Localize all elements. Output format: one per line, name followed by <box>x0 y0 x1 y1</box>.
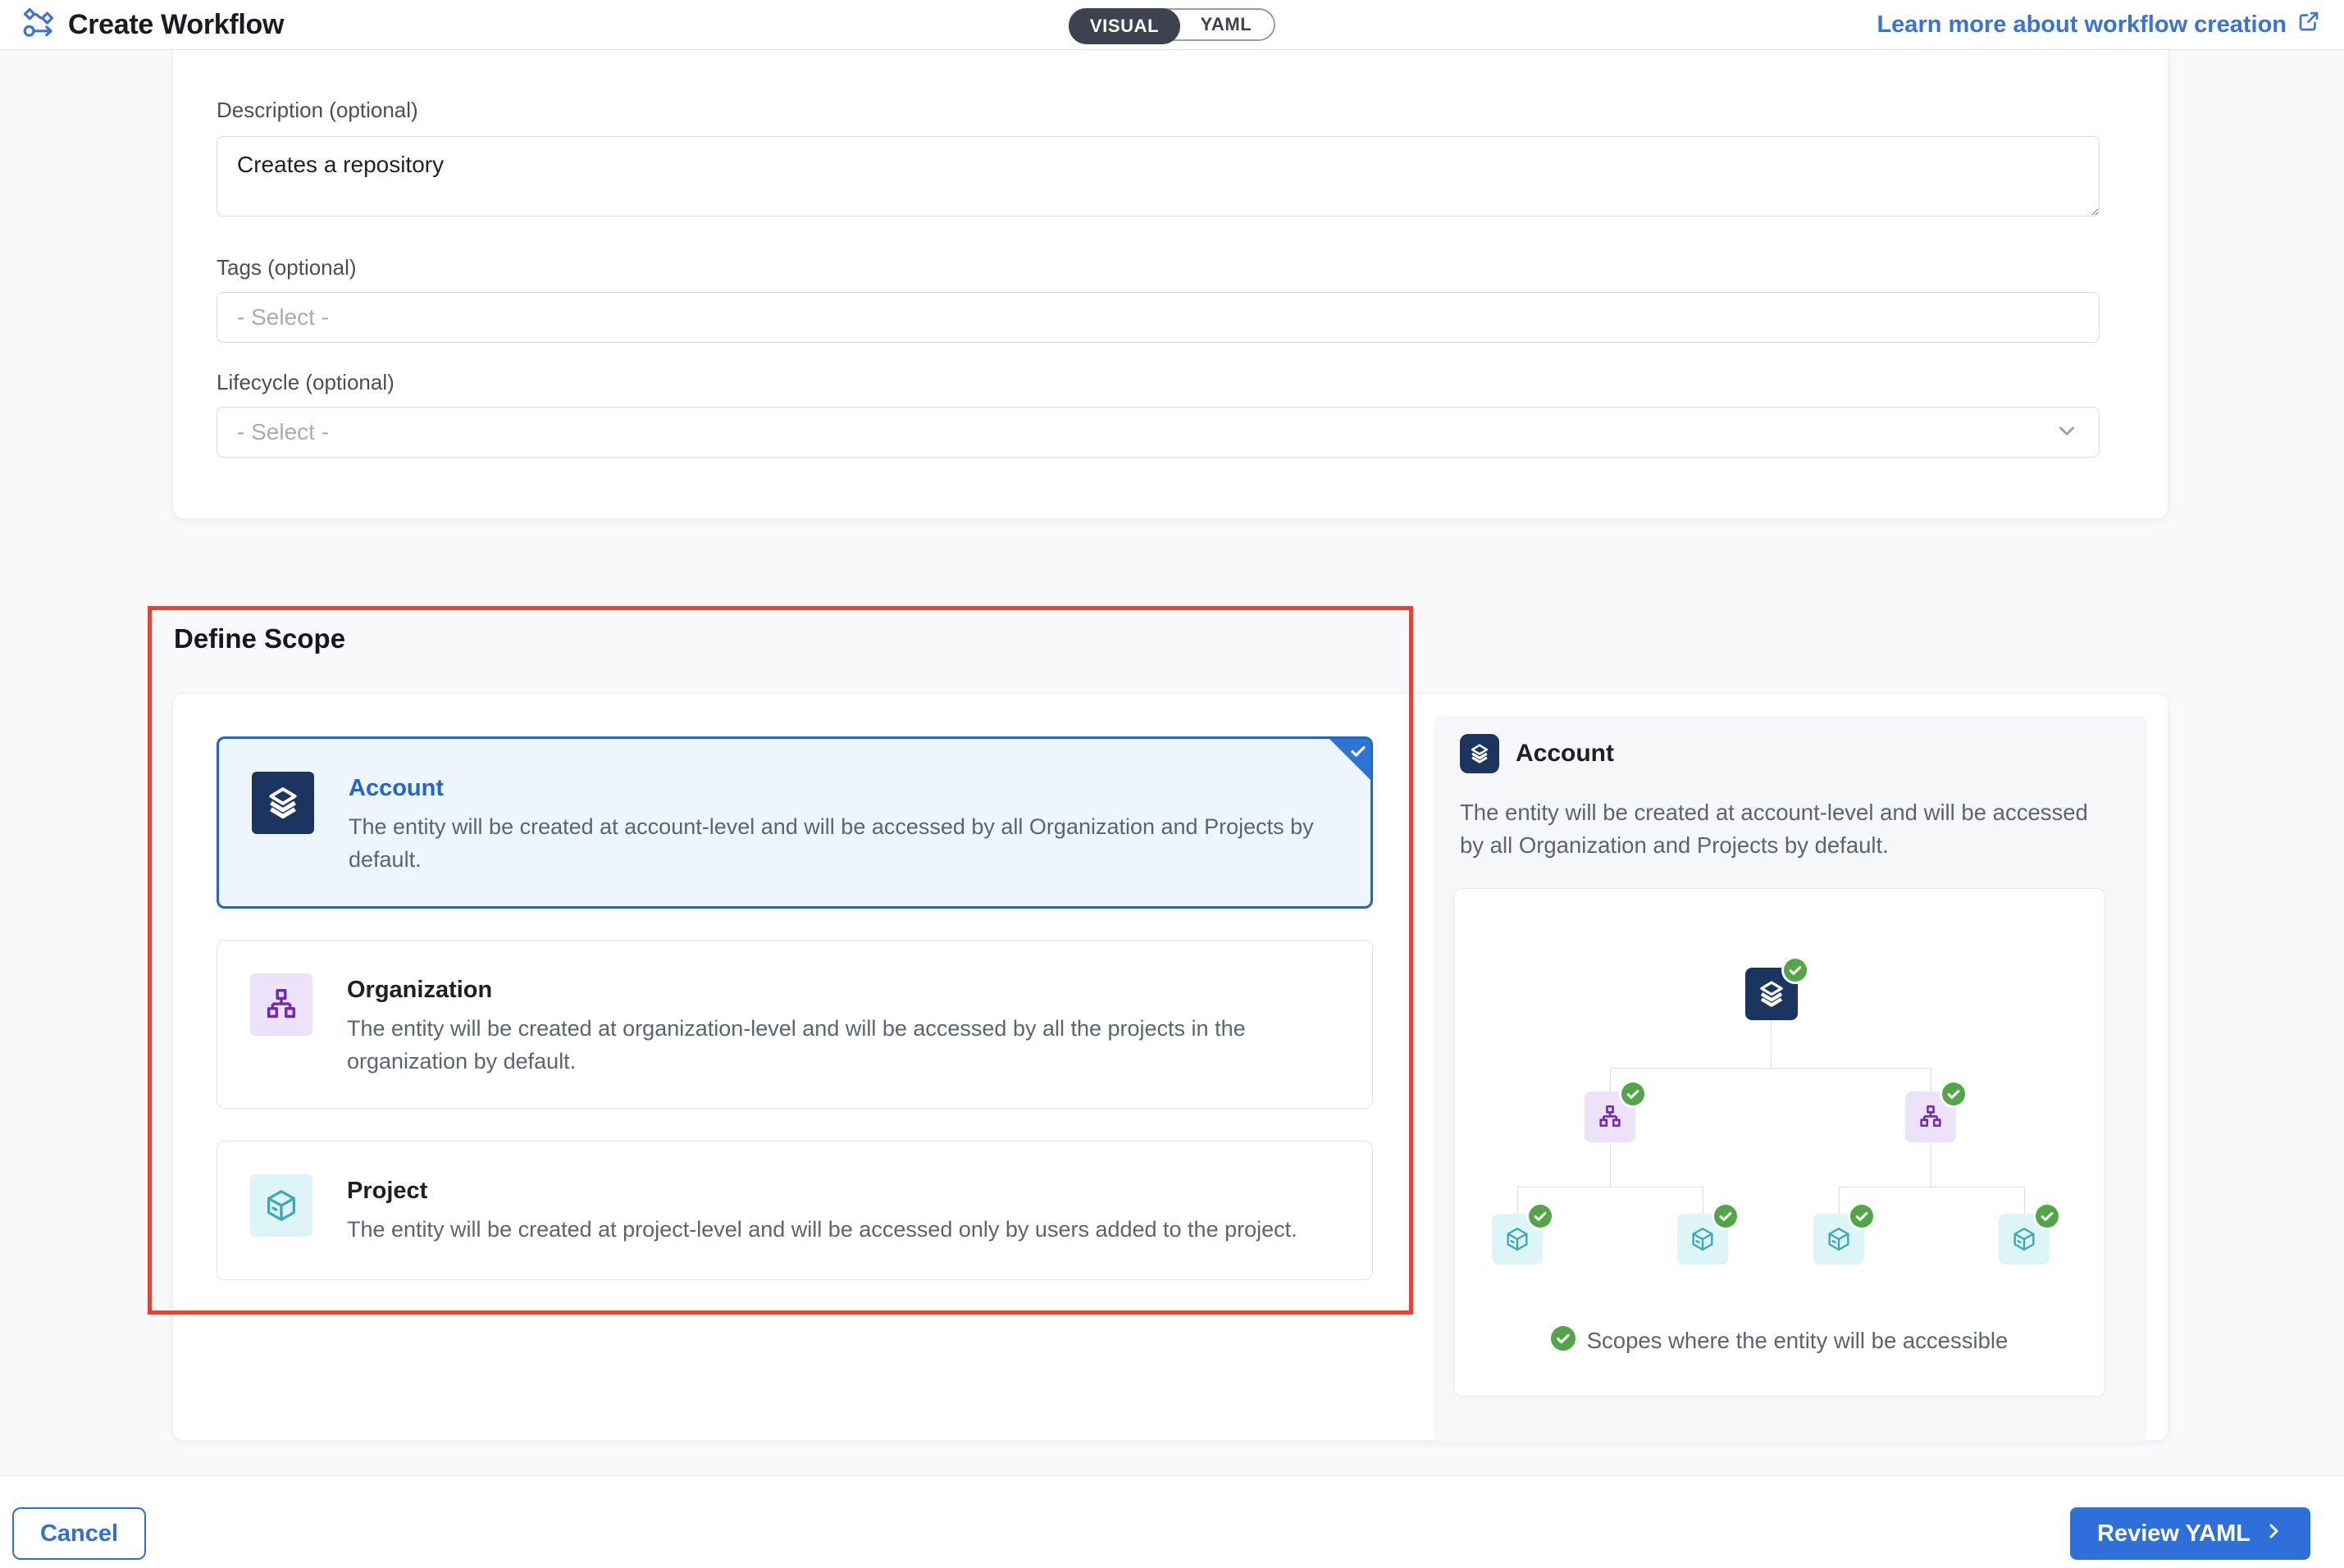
chevron-right-icon <box>2264 1520 2283 1547</box>
diagram-org-node <box>1905 1092 1956 1142</box>
org-chart-icon <box>250 973 312 1036</box>
lifecycle-label: Lifecycle (optional) <box>217 370 394 395</box>
description-textarea[interactable]: Creates a repository <box>217 136 2100 217</box>
scope-option-title: Project <box>347 1178 1297 1205</box>
workflow-icon <box>21 6 56 44</box>
cancel-button[interactable]: Cancel <box>12 1507 146 1560</box>
check-badge-icon <box>1712 1202 1740 1230</box>
scope-option-organization[interactable]: Organization The entity will be created … <box>217 940 1373 1109</box>
scope-option-description: The entity will be created at organizati… <box>347 1012 1339 1078</box>
lifecycle-select[interactable]: - Select - <box>217 407 2100 458</box>
scope-option-description: The entity will be created at project-le… <box>347 1213 1297 1246</box>
layers-icon <box>1460 734 1499 773</box>
scope-option-description: The entity will be created at account-le… <box>349 810 1338 876</box>
diagram-project-node <box>1813 1214 1864 1265</box>
tags-label: Tags (optional) <box>217 255 357 280</box>
check-badge-icon <box>1526 1202 1554 1230</box>
check-badge-icon <box>1848 1202 1876 1230</box>
lifecycle-placeholder: - Select - <box>237 419 329 445</box>
scope-diagram: Scopes where the entity will be accessib… <box>1453 888 2105 1397</box>
scope-option-title: Organization <box>347 977 1339 1004</box>
check-badge-icon <box>1619 1080 1647 1108</box>
preview-description: The entity will be created at account-le… <box>1460 796 2116 862</box>
external-link-icon <box>2296 9 2321 40</box>
review-yaml-button[interactable]: Review YAML <box>2070 1507 2310 1560</box>
legend-text: Scopes where the entity will be accessib… <box>1587 1328 2009 1354</box>
check-badge-icon <box>1781 956 1809 984</box>
scope-option-account[interactable]: Account The entity will be created at ac… <box>217 736 1373 909</box>
page-title: Create Workflow <box>68 9 284 41</box>
layers-icon <box>252 772 314 834</box>
workflow-form-card: Description (optional) Creates a reposit… <box>172 50 2168 519</box>
description-label: Description (optional) <box>217 98 418 123</box>
check-badge-icon <box>1551 1326 1576 1355</box>
define-scope-heading: Define Scope <box>174 623 345 654</box>
scope-preview-panel: Account The entity will be created at ac… <box>1434 716 2147 1442</box>
check-badge-icon <box>2033 1202 2061 1230</box>
visual-yaml-toggle: VISUAL YAML <box>1069 8 1275 41</box>
diagram-project-node <box>1999 1214 2050 1265</box>
diagram-legend: Scopes where the entity will be accessib… <box>1454 1326 2105 1355</box>
diagram-project-node <box>1677 1214 1728 1265</box>
diagram-project-node <box>1492 1214 1543 1265</box>
check-badge-icon <box>1940 1080 1968 1108</box>
diagram-org-node <box>1585 1092 1635 1142</box>
preview-title: Account <box>1516 740 1614 768</box>
top-header: Create Workflow VISUAL YAML Learn more a… <box>0 0 2344 50</box>
diagram-account-node <box>1745 968 1798 1020</box>
define-scope-section: Account The entity will be created at ac… <box>172 693 2168 1441</box>
toggle-visual[interactable]: VISUAL <box>1069 8 1180 44</box>
scope-option-title: Account <box>349 775 1338 802</box>
toggle-yaml[interactable]: YAML <box>1179 10 1274 39</box>
learn-more-link[interactable]: Learn more about workflow creation <box>1877 0 2321 49</box>
tags-input[interactable] <box>217 292 2100 343</box>
scope-option-project[interactable]: Project The entity will be created at pr… <box>217 1141 1373 1280</box>
footer-bar: Cancel Review YAML <box>0 1475 2344 1568</box>
check-icon <box>1348 741 1368 765</box>
cube-icon <box>250 1174 312 1237</box>
chevron-down-icon <box>2054 418 2079 447</box>
